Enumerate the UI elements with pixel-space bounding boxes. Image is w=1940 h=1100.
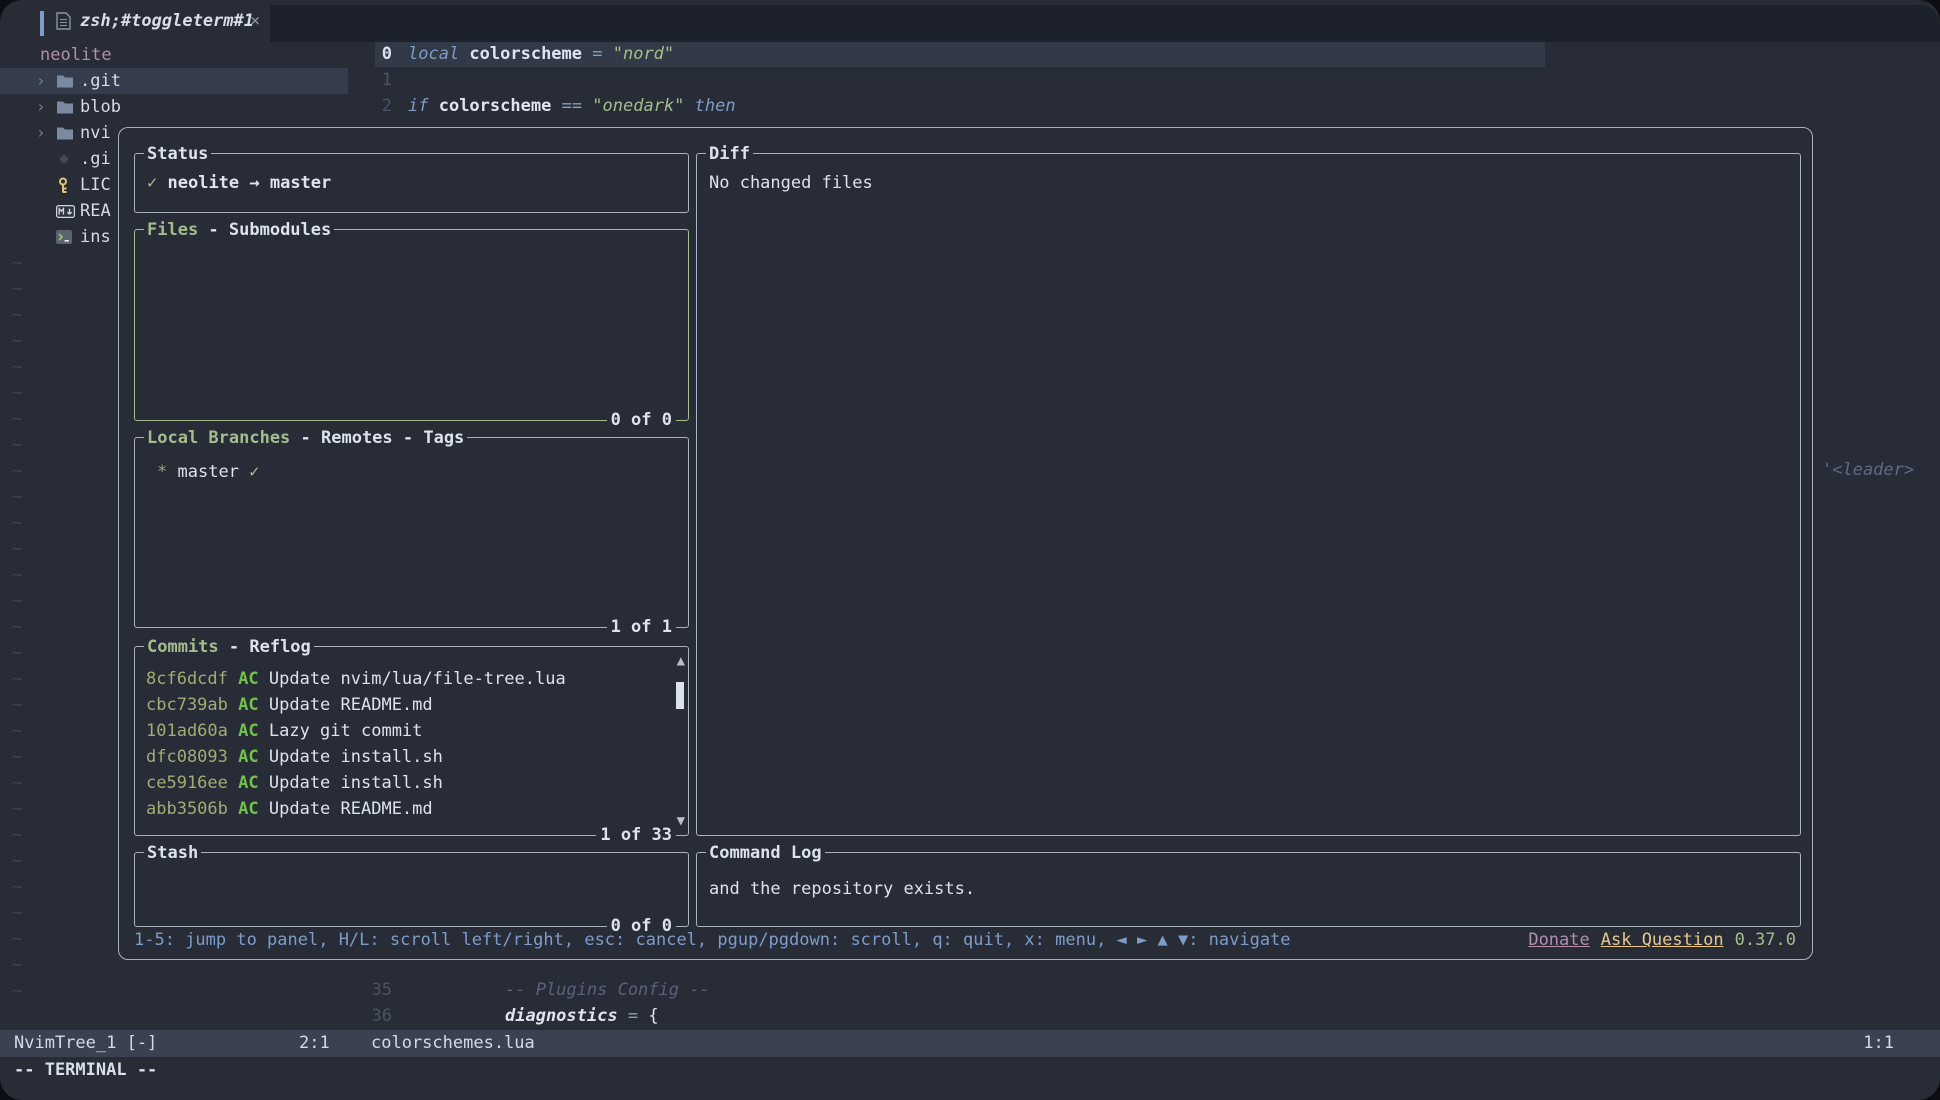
scroll-down-icon[interactable]: ▼: [677, 814, 685, 828]
tree-item-label: LIC: [80, 172, 111, 198]
panel-branches[interactable]: Local Branches - Remotes - Tags * master…: [134, 437, 689, 628]
commit-row[interactable]: 101ad60a AC Lazy git commit: [146, 718, 678, 744]
folder-icon: [56, 100, 80, 115]
commit-row[interactable]: 8cf6dcdf AC Update nvim/lua/file-tree.lu…: [146, 666, 678, 692]
line-number: 2: [348, 93, 404, 119]
files-counter: 0 of 0: [607, 407, 676, 433]
panel-files-title: Files - Submodules: [144, 217, 334, 243]
command-log-content: and the repository exists.: [697, 853, 1800, 902]
panel-branches-title: Local Branches - Remotes - Tags: [144, 425, 467, 451]
commit-row[interactable]: abb3506b AC Update README.md: [146, 796, 678, 822]
branches-counter: 1 of 1: [607, 614, 676, 640]
statusline-cursor-position: 1:1: [1863, 1030, 1894, 1056]
editor-line: 35-- Plugins Config --: [348, 977, 710, 1003]
editor-line: 36diagnostics = {: [348, 1003, 710, 1029]
status-content: ✓ neolite → master: [135, 154, 688, 196]
shell-icon: [56, 230, 80, 244]
tree-item-blob[interactable]: › blob: [0, 94, 348, 120]
panel-diff-title: Diff: [706, 141, 753, 167]
statusline-file-name: colorschemes.lua: [371, 1030, 535, 1056]
panel-stash-title: Stash: [144, 840, 201, 866]
current-branch-star: *: [157, 462, 167, 482]
statusline-tree-position: 2:1: [299, 1030, 330, 1056]
mode-indicator: -- TERMINAL --: [14, 1057, 157, 1083]
line-number: 36: [348, 1003, 404, 1029]
line-number: 0: [348, 41, 404, 67]
tilde-marker: ~: [0, 978, 348, 1004]
document-icon: [56, 12, 71, 38]
tabline: zsh;#toggleterm#1 ×: [0, 0, 1940, 42]
ask-question-link[interactable]: Ask Question: [1601, 930, 1724, 950]
panel-diff[interactable]: Diff No changed files: [696, 153, 1801, 836]
commit-row[interactable]: dfc08093 AC Update install.sh: [146, 744, 678, 770]
tree-item-label: .gi: [80, 146, 111, 172]
tree-item-label: REA: [80, 198, 111, 224]
tree-root-name: neolite: [0, 42, 348, 68]
lazygit-window: Status ✓ neolite → master Files - Submod…: [118, 127, 1813, 960]
editor-line: 0local colorscheme = "nord": [348, 41, 736, 67]
terminal-window: 0local colorscheme = "nord"12if colorsch…: [0, 0, 1940, 1100]
panel-command-log[interactable]: Command Log and the repository exists.: [696, 852, 1801, 927]
version-label: 0.37.0: [1735, 930, 1796, 950]
chevron-right-icon: ›: [36, 120, 56, 146]
chevron-right-icon: ›: [36, 94, 56, 120]
tree-item-label: blob: [80, 94, 121, 120]
editor-line: 2if colorscheme == "onedark" then: [348, 93, 736, 119]
tree-item-.git[interactable]: › .git: [0, 68, 348, 94]
check-icon: ✓: [249, 462, 259, 482]
lazygit-hintbar: 1-5: jump to panel, H/L: scroll left/rig…: [134, 927, 1796, 953]
folder-icon: [56, 126, 80, 141]
scroll-up-icon[interactable]: ▲: [677, 654, 685, 668]
statusline: NvimTree_1 [-] 2:1 colorschemes.lua 1:1: [0, 1030, 1940, 1057]
panel-commits[interactable]: Commits - Reflog 8cf6dcdf AC Update nvim…: [134, 646, 689, 836]
tabline-strip: [270, 5, 1940, 42]
tree-item-label: .git: [80, 68, 121, 94]
editor-buffer-bottom: 35-- Plugins Config --36diagnostics = {: [348, 977, 710, 1029]
commit-row[interactable]: ce5916ee AC Update install.sh: [146, 770, 678, 796]
statusline-buffer-name: NvimTree_1 [-]: [14, 1030, 157, 1056]
tab-title[interactable]: zsh;#toggleterm#1: [80, 8, 254, 34]
folder-icon: [56, 74, 80, 89]
line-number: 1: [348, 67, 404, 93]
panel-status[interactable]: Status ✓ neolite → master: [134, 153, 689, 213]
commits-counter: 1 of 33: [596, 822, 676, 848]
line-number: 35: [348, 977, 404, 1003]
panel-stash[interactable]: Stash 0 of 0: [134, 852, 689, 927]
license-icon: [56, 177, 80, 194]
tree-item-label: ins: [80, 224, 111, 250]
diff-content: No changed files: [697, 154, 1800, 196]
active-tab-accent-bar: [40, 11, 44, 36]
keybinding-hints: 1-5: jump to panel, H/L: scroll left/rig…: [134, 927, 1291, 953]
panel-files[interactable]: Files - Submodules 0 of 0: [134, 229, 689, 421]
scrollbar-thumb[interactable]: [676, 682, 684, 709]
editor-line: 1: [348, 67, 736, 93]
donate-link[interactable]: Donate: [1528, 930, 1589, 950]
chevron-right-icon: ›: [36, 68, 56, 94]
check-icon: ✓: [147, 173, 157, 193]
panel-command-log-title: Command Log: [706, 840, 825, 866]
tab-close-icon[interactable]: ×: [250, 8, 260, 34]
editor-peek-text: '<leader>: [1822, 457, 1914, 483]
editor-buffer-top: 0local colorscheme = "nord"12if colorsch…: [348, 41, 736, 119]
tree-item-label: nvi: [80, 120, 111, 146]
git-icon: [56, 151, 80, 167]
panel-commits-title: Commits - Reflog: [144, 634, 314, 660]
markdown-icon: [56, 205, 80, 218]
commit-row[interactable]: cbc739ab AC Update README.md: [146, 692, 678, 718]
lazygit-links: Donate Ask Question 0.37.0: [1517, 927, 1796, 953]
panel-status-title: Status: [144, 141, 211, 167]
